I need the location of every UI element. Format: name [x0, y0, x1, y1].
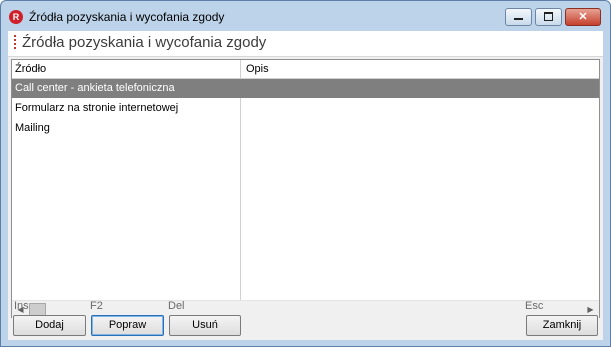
cell-zrodlo: Mailing — [15, 122, 50, 134]
table-row[interactable]: Call center - ankieta telefoniczna — [12, 79, 599, 98]
dialog-window: R Źródła pozyskania i wycofania zgody Źr… — [0, 0, 611, 347]
shortcut-label-close: Esc — [525, 300, 544, 312]
table-row[interactable]: Formularz na stronie internetowej — [12, 99, 599, 118]
minimize-button[interactable] — [505, 8, 532, 26]
table-header: Źródło Opis — [12, 60, 599, 79]
dialog-client-area: Źródła pozyskania i wycofania zgody Źród… — [8, 31, 603, 340]
page-title: Źródła pozyskania i wycofania zgody — [22, 34, 267, 51]
shortcut-label-delete: Del — [168, 300, 185, 312]
grip-icon — [14, 35, 16, 51]
cell-zrodlo: Call center - ankieta telefoniczna — [15, 82, 175, 94]
close-window-button[interactable] — [565, 8, 601, 26]
sources-table: Źródło Opis Call center - ankieta telefo… — [11, 59, 600, 318]
maximize-button[interactable] — [535, 8, 562, 26]
shortcut-label-edit: F2 — [90, 300, 103, 312]
edit-button[interactable]: Popraw — [91, 315, 164, 336]
window-title: Źródła pozyskania i wycofania zgody — [29, 10, 225, 24]
app-logo-icon[interactable]: R — [9, 10, 23, 24]
close-button[interactable]: Zamknij — [526, 315, 598, 336]
shortcut-label-add: Ins — [14, 300, 29, 312]
column-header-zrodlo[interactable]: Źródło — [12, 60, 240, 78]
table-row[interactable]: Mailing — [12, 119, 599, 138]
title-bar[interactable]: R Źródła pozyskania i wycofania zgody — [1, 1, 610, 31]
page-header: Źródła pozyskania i wycofania zgody — [8, 31, 603, 57]
delete-button[interactable]: Usuń — [169, 315, 241, 336]
cell-zrodlo: Formularz na stronie internetowej — [15, 102, 179, 114]
add-button[interactable]: Dodaj — [13, 315, 86, 336]
column-header-opis[interactable]: Opis — [240, 60, 599, 78]
